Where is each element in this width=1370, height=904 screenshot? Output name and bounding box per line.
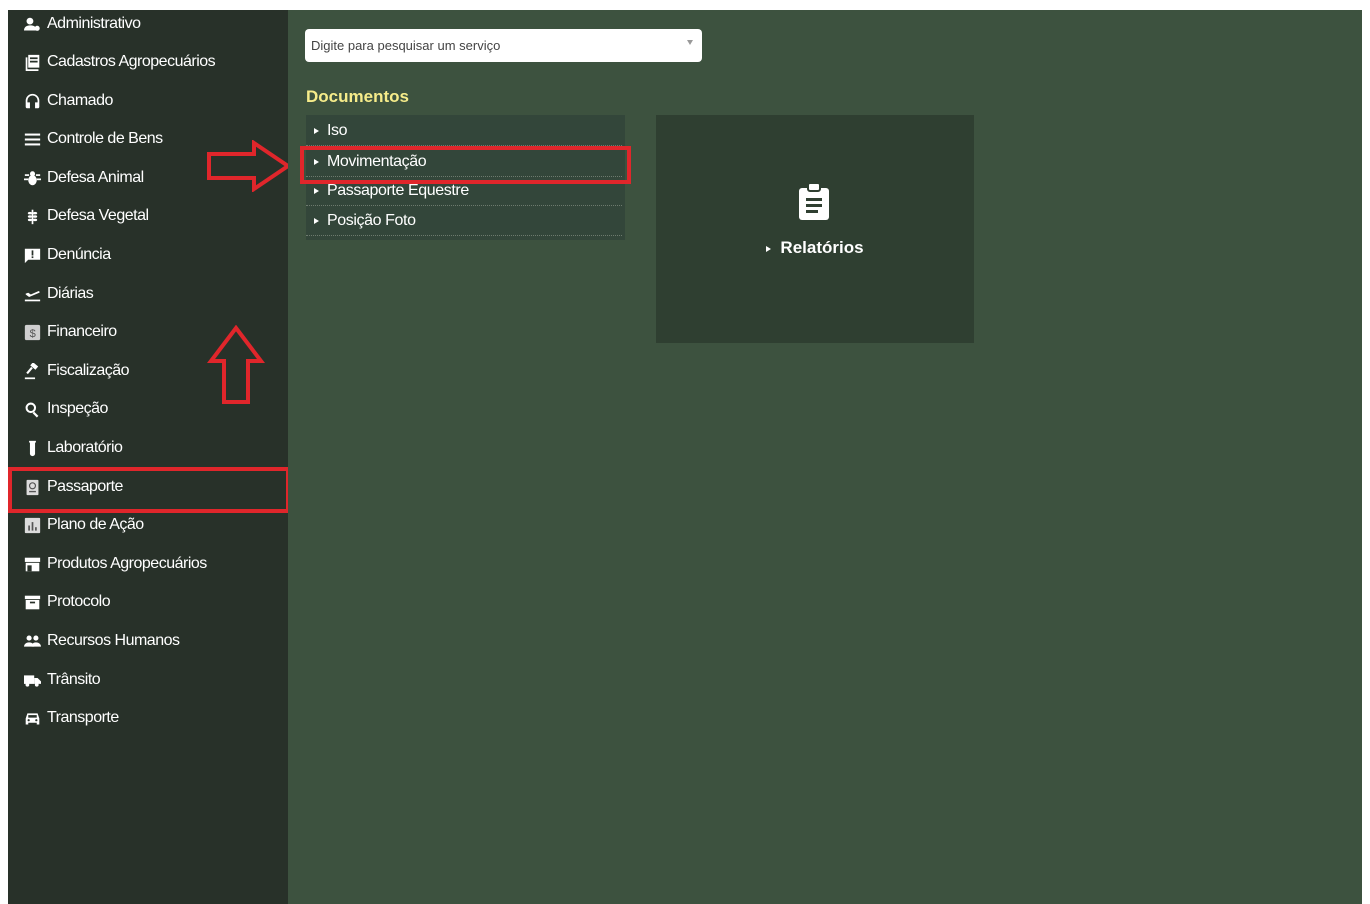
sidebar-item-label: Administrativo bbox=[47, 15, 141, 32]
people-icon bbox=[22, 631, 42, 651]
app-window: Administrativo Cadastros Agropecuários C… bbox=[8, 10, 1362, 904]
sidebar-item-produtos-agropecuarios[interactable]: Produtos Agropecuários bbox=[22, 549, 207, 579]
sidebar-item-financeiro[interactable]: $ Financeiro bbox=[22, 317, 117, 347]
bullet-triangle-icon bbox=[314, 218, 319, 224]
sidebar-item-controle-de-bens[interactable]: Controle de Bens bbox=[22, 124, 163, 154]
store-icon bbox=[22, 554, 42, 574]
service-search-select[interactable]: Digite para pesquisar um serviço bbox=[305, 29, 702, 62]
bullet-triangle-icon bbox=[314, 159, 319, 165]
doc-item-posicao-foto[interactable]: Posição Foto bbox=[306, 207, 622, 236]
user-cog-icon bbox=[22, 14, 42, 34]
sidebar-item-administrativo[interactable]: Administrativo bbox=[22, 9, 141, 39]
main-panel: Digite para pesquisar um serviço Documen… bbox=[288, 10, 1362, 904]
sidebar-item-defesa-vegetal[interactable]: Defesa Vegetal bbox=[22, 201, 149, 231]
dropdown-caret-icon[interactable] bbox=[687, 40, 693, 45]
bug-icon bbox=[22, 168, 42, 188]
section-title: Documentos bbox=[306, 87, 409, 106]
wheat-icon bbox=[22, 206, 42, 226]
sidebar-item-label: Transporte bbox=[47, 709, 119, 726]
sidebar-item-label: Laboratório bbox=[47, 439, 123, 456]
sidebar-item-label: Financeiro bbox=[47, 323, 117, 340]
bullet-triangle-icon bbox=[314, 128, 319, 134]
sidebar-item-fiscalizacao[interactable]: Fiscalização bbox=[22, 356, 130, 386]
arrow-up-icon bbox=[207, 325, 265, 404]
magnifier-icon bbox=[22, 399, 42, 419]
svg-text:$: $ bbox=[29, 327, 35, 339]
arrow-right-icon bbox=[207, 140, 292, 192]
sidebar-item-transito[interactable]: Trânsito bbox=[22, 665, 101, 695]
sidebar-item-label: Trânsito bbox=[47, 671, 101, 688]
search-placeholder: Digite para pesquisar um serviço bbox=[311, 38, 501, 53]
sidebar-item-label: Defesa Vegetal bbox=[47, 207, 149, 224]
doc-item-label: Movimentação bbox=[327, 153, 427, 170]
clipboard-icon bbox=[799, 183, 829, 220]
reports-label: Relatórios bbox=[780, 238, 864, 257]
sidebar-item-label: Fiscalização bbox=[47, 362, 130, 379]
headset-icon bbox=[22, 91, 42, 111]
doc-item-label: Passaporte Equestre bbox=[327, 182, 469, 199]
bullet-triangle-icon bbox=[314, 188, 319, 194]
sidebar-item-label: Plano de Ação bbox=[47, 516, 144, 533]
sidebar-item-label: Defesa Animal bbox=[47, 169, 144, 186]
book-icon bbox=[22, 52, 42, 72]
sidebar-item-label: Produtos Agropecuários bbox=[47, 555, 207, 572]
sidebar-item-label: Controle de Bens bbox=[47, 130, 163, 147]
doc-item-label: Posição Foto bbox=[327, 212, 416, 229]
sidebar-item-plano-de-acao[interactable]: Plano de Ação bbox=[22, 510, 144, 540]
sidebar-item-chamado[interactable]: Chamado bbox=[22, 86, 113, 116]
doc-item-movimentacao[interactable]: Movimentação bbox=[306, 148, 622, 177]
sidebar-item-label: Diárias bbox=[47, 285, 94, 302]
sidebar-item-passaporte[interactable]: Passaporte bbox=[22, 472, 123, 502]
sidebar-item-label: Chamado bbox=[47, 92, 113, 109]
sidebar-item-label: Cadastros Agropecuários bbox=[47, 53, 216, 70]
bar-chart-icon bbox=[22, 515, 42, 535]
sidebar-item-laboratorio[interactable]: Laboratório bbox=[22, 433, 123, 463]
sidebar-item-diarias[interactable]: Diárias bbox=[22, 279, 94, 309]
passport-icon bbox=[22, 477, 42, 497]
sidebar-item-recursos-humanos[interactable]: Recursos Humanos bbox=[22, 626, 180, 656]
sidebar-item-label: Protocolo bbox=[47, 593, 111, 610]
sidebar-item-transporte[interactable]: Transporte bbox=[22, 703, 119, 733]
archive-icon bbox=[22, 592, 42, 612]
test-tube-icon bbox=[22, 438, 42, 458]
sidebar-item-label: Inspeção bbox=[47, 400, 108, 417]
car-icon bbox=[22, 708, 42, 728]
doc-item-iso[interactable]: Iso bbox=[306, 117, 622, 146]
bullet-triangle-icon bbox=[766, 245, 772, 252]
doc-item-label: Iso bbox=[327, 122, 348, 139]
reports-card[interactable]: Relatórios bbox=[656, 115, 974, 343]
truck-icon bbox=[22, 670, 42, 690]
sidebar-item-label: Denúncia bbox=[47, 246, 111, 263]
sidebar-item-label: Passaporte bbox=[47, 478, 123, 495]
report-flag-icon bbox=[22, 245, 42, 265]
sidebar-item-inspecao[interactable]: Inspeção bbox=[22, 394, 108, 424]
gavel-icon bbox=[22, 361, 42, 381]
doc-item-passaporte-equestre[interactable]: Passaporte Equestre bbox=[306, 177, 622, 206]
airplane-icon bbox=[22, 284, 42, 304]
sidebar-item-protocolo[interactable]: Protocolo bbox=[22, 587, 111, 617]
documents-list: Iso Movimentação Passaporte Equestre Pos… bbox=[306, 115, 625, 240]
sidebar-item-denuncia[interactable]: Denúncia bbox=[22, 240, 111, 270]
sidebar-item-cadastros-agropecuarios[interactable]: Cadastros Agropecuários bbox=[22, 47, 216, 77]
sidebar-item-defesa-animal[interactable]: Defesa Animal bbox=[22, 163, 144, 193]
sidebar-item-label: Recursos Humanos bbox=[47, 632, 180, 649]
sidebar: Administrativo Cadastros Agropecuários C… bbox=[8, 9, 292, 904]
list-icon bbox=[22, 129, 42, 149]
dollar-icon: $ bbox=[22, 322, 42, 342]
reports-card-title: Relatórios bbox=[656, 238, 974, 258]
